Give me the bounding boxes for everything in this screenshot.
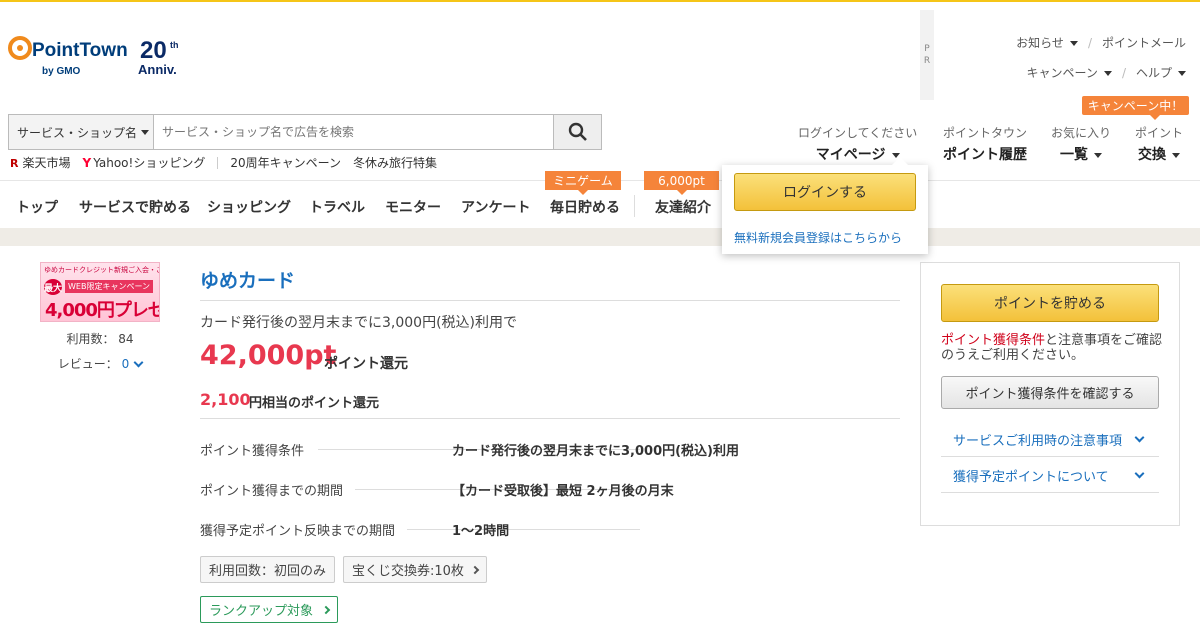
usage-count: 利用数： 84 bbox=[66, 332, 134, 346]
chevron-down-icon bbox=[1172, 152, 1180, 158]
rakuten-icon: R bbox=[10, 157, 19, 170]
chevron-down-icon bbox=[1094, 152, 1102, 158]
chevron-right-icon bbox=[321, 605, 331, 614]
yahoo-icon: Y bbox=[82, 156, 92, 170]
nav-travel[interactable]: トラベル bbox=[309, 197, 365, 217]
campaign-badge: キャンペーン中！ bbox=[1082, 96, 1189, 120]
winter-travel-link[interactable]: 冬休み旅行特集 bbox=[353, 154, 437, 171]
chevron-down-icon bbox=[1103, 71, 1112, 76]
detail-row: 獲得予定ポイント反映までの期間 1～2時間 bbox=[200, 520, 900, 540]
campaign-link[interactable]: キャンペーン bbox=[1027, 64, 1112, 81]
offer-banner[interactable]: ゆめカードクレジット新規ご入会・ご利用で 最大 WEB限定キャンペーン 4,00… bbox=[40, 262, 160, 322]
minigame-tag: ミニゲーム bbox=[545, 171, 621, 195]
chevron-down-icon bbox=[1134, 432, 1145, 443]
detail-key: ポイント獲得条件 bbox=[200, 440, 315, 459]
terms-note: ポイント獲得条件と注意事項をご確認のうえご利用ください。 bbox=[941, 333, 1163, 363]
site-logo[interactable]: PointTown by GMO 20 th Anniv. bbox=[8, 34, 188, 80]
search-category-select[interactable]: サービス・ショップ名 bbox=[9, 115, 154, 149]
check-conditions-button[interactable]: ポイント獲得条件を確認する bbox=[941, 376, 1159, 409]
search-button[interactable] bbox=[553, 115, 601, 149]
anniv-suffix: th bbox=[170, 40, 179, 50]
action-panel: ポイントを貯める ポイント獲得条件と注意事項をご確認のうえご利用ください。 ポイ… bbox=[920, 262, 1180, 526]
util-links-row2: キャンペーン / ヘルプ bbox=[1027, 64, 1186, 81]
detail-row: ポイント獲得までの期間 【カード受取後】最短 2ヶ月後の月末 bbox=[200, 480, 900, 500]
rakuten-link[interactable]: R 楽天市場 bbox=[10, 154, 71, 171]
rankup-button[interactable]: ランクアップ対象 bbox=[200, 596, 339, 623]
top-accent-line bbox=[0, 0, 1200, 2]
quick-links: R 楽天市場 Y Yahoo!ショッピング 20周年キャンペーン 冬休み旅行特集 bbox=[10, 154, 437, 171]
util-links-row1: お知らせ / ポイントメール bbox=[1016, 34, 1186, 51]
search-icon bbox=[568, 122, 587, 141]
yahoo-link[interactable]: Y Yahoo!ショッピング bbox=[83, 154, 206, 171]
pending-points-accordion[interactable]: 獲得予定ポイントについて bbox=[941, 459, 1159, 493]
earn-points-button[interactable]: ポイントを貯める bbox=[941, 284, 1159, 322]
detail-value: カード発行後の翌月末までに3,000円(税込)利用 bbox=[452, 444, 740, 459]
detail-value: 1～2時間 bbox=[452, 524, 510, 539]
anniv-label: Anniv. bbox=[138, 62, 177, 77]
anniv-number: 20 bbox=[140, 37, 167, 64]
terms-link[interactable]: ポイント獲得条件 bbox=[941, 333, 1045, 348]
detail-key: 獲得予定ポイント反映までの期間 bbox=[200, 520, 406, 539]
divider bbox=[217, 156, 219, 169]
anniv-campaign-link[interactable]: 20周年キャンペーン bbox=[230, 154, 341, 171]
service-notes-accordion[interactable]: サービスご利用時の注意事項 bbox=[941, 423, 1159, 457]
search-input[interactable] bbox=[154, 115, 553, 149]
chevron-down-icon bbox=[1178, 71, 1186, 76]
nav-daily[interactable]: 毎日貯める bbox=[550, 197, 620, 217]
lottery-ticket-chip[interactable]: 宝くじ交換券:10枚 bbox=[343, 556, 487, 583]
chevron-down-icon bbox=[1134, 468, 1145, 479]
offer-title[interactable]: ゆめカード bbox=[200, 266, 295, 293]
nav-referral[interactable]: 友達紹介 bbox=[655, 197, 711, 217]
search-bar: サービス・ショップ名 bbox=[8, 114, 602, 150]
nav-survey[interactable]: アンケート bbox=[461, 197, 530, 217]
login-popup: ログインする 無料新規会員登録はこちらから bbox=[722, 157, 928, 254]
nav-shopping[interactable]: ショッピング bbox=[207, 197, 291, 217]
yen-value: 2,100 bbox=[200, 390, 251, 409]
chevron-right-icon bbox=[470, 565, 480, 574]
detail-value: 【カード受取後】最短 2ヶ月後の月末 bbox=[452, 484, 674, 499]
offer-condition: カード発行後の翌月末までに3,000円(税込)利用で bbox=[200, 315, 518, 331]
detail-key: ポイント獲得までの期間 bbox=[200, 480, 354, 499]
login-button[interactable]: ログインする bbox=[734, 173, 916, 211]
chevron-down-icon bbox=[1069, 41, 1078, 46]
referral-points-tag: 6,000pt bbox=[644, 171, 719, 195]
news-link[interactable]: お知らせ bbox=[1016, 34, 1078, 51]
yen-label: 円相当のポイント還元 bbox=[249, 396, 380, 411]
help-link[interactable]: ヘルプ bbox=[1136, 64, 1186, 81]
offer-points: 42,000pt bbox=[200, 340, 337, 371]
nav-top[interactable]: トップ bbox=[16, 197, 58, 217]
point-mail-link[interactable]: ポイントメール bbox=[1102, 34, 1186, 51]
content-band bbox=[0, 228, 1200, 246]
offer-points-label: ポイント還元 bbox=[324, 356, 408, 372]
nav-service[interactable]: サービスで貯める bbox=[79, 197, 191, 217]
nav-monitor[interactable]: モニター bbox=[385, 197, 441, 217]
logo-text: PointTown bbox=[32, 40, 128, 61]
exchange-menu[interactable]: ポイント 交換 bbox=[1135, 124, 1183, 164]
pr-label: PR bbox=[920, 10, 934, 100]
nav-divider bbox=[634, 195, 635, 217]
chevron-down-icon bbox=[133, 357, 144, 368]
point-history-link[interactable]: ポイントタウン ポイント履歴 bbox=[943, 124, 1027, 164]
divider bbox=[200, 418, 900, 419]
review-count[interactable]: レビュー： 0 bbox=[40, 355, 160, 372]
favorites-menu[interactable]: お気に入り 一覧 bbox=[1051, 124, 1111, 164]
usage-once-chip: 利用回数：初回のみ bbox=[200, 556, 336, 583]
signup-link[interactable]: 無料新規会員登録はこちらから bbox=[734, 229, 902, 246]
detail-row: ポイント獲得条件 カード発行後の翌月末までに3,000円(税込)利用 bbox=[200, 440, 900, 460]
divider bbox=[200, 300, 900, 301]
logo-by: by GMO bbox=[42, 66, 81, 77]
chevron-down-icon bbox=[141, 129, 150, 135]
